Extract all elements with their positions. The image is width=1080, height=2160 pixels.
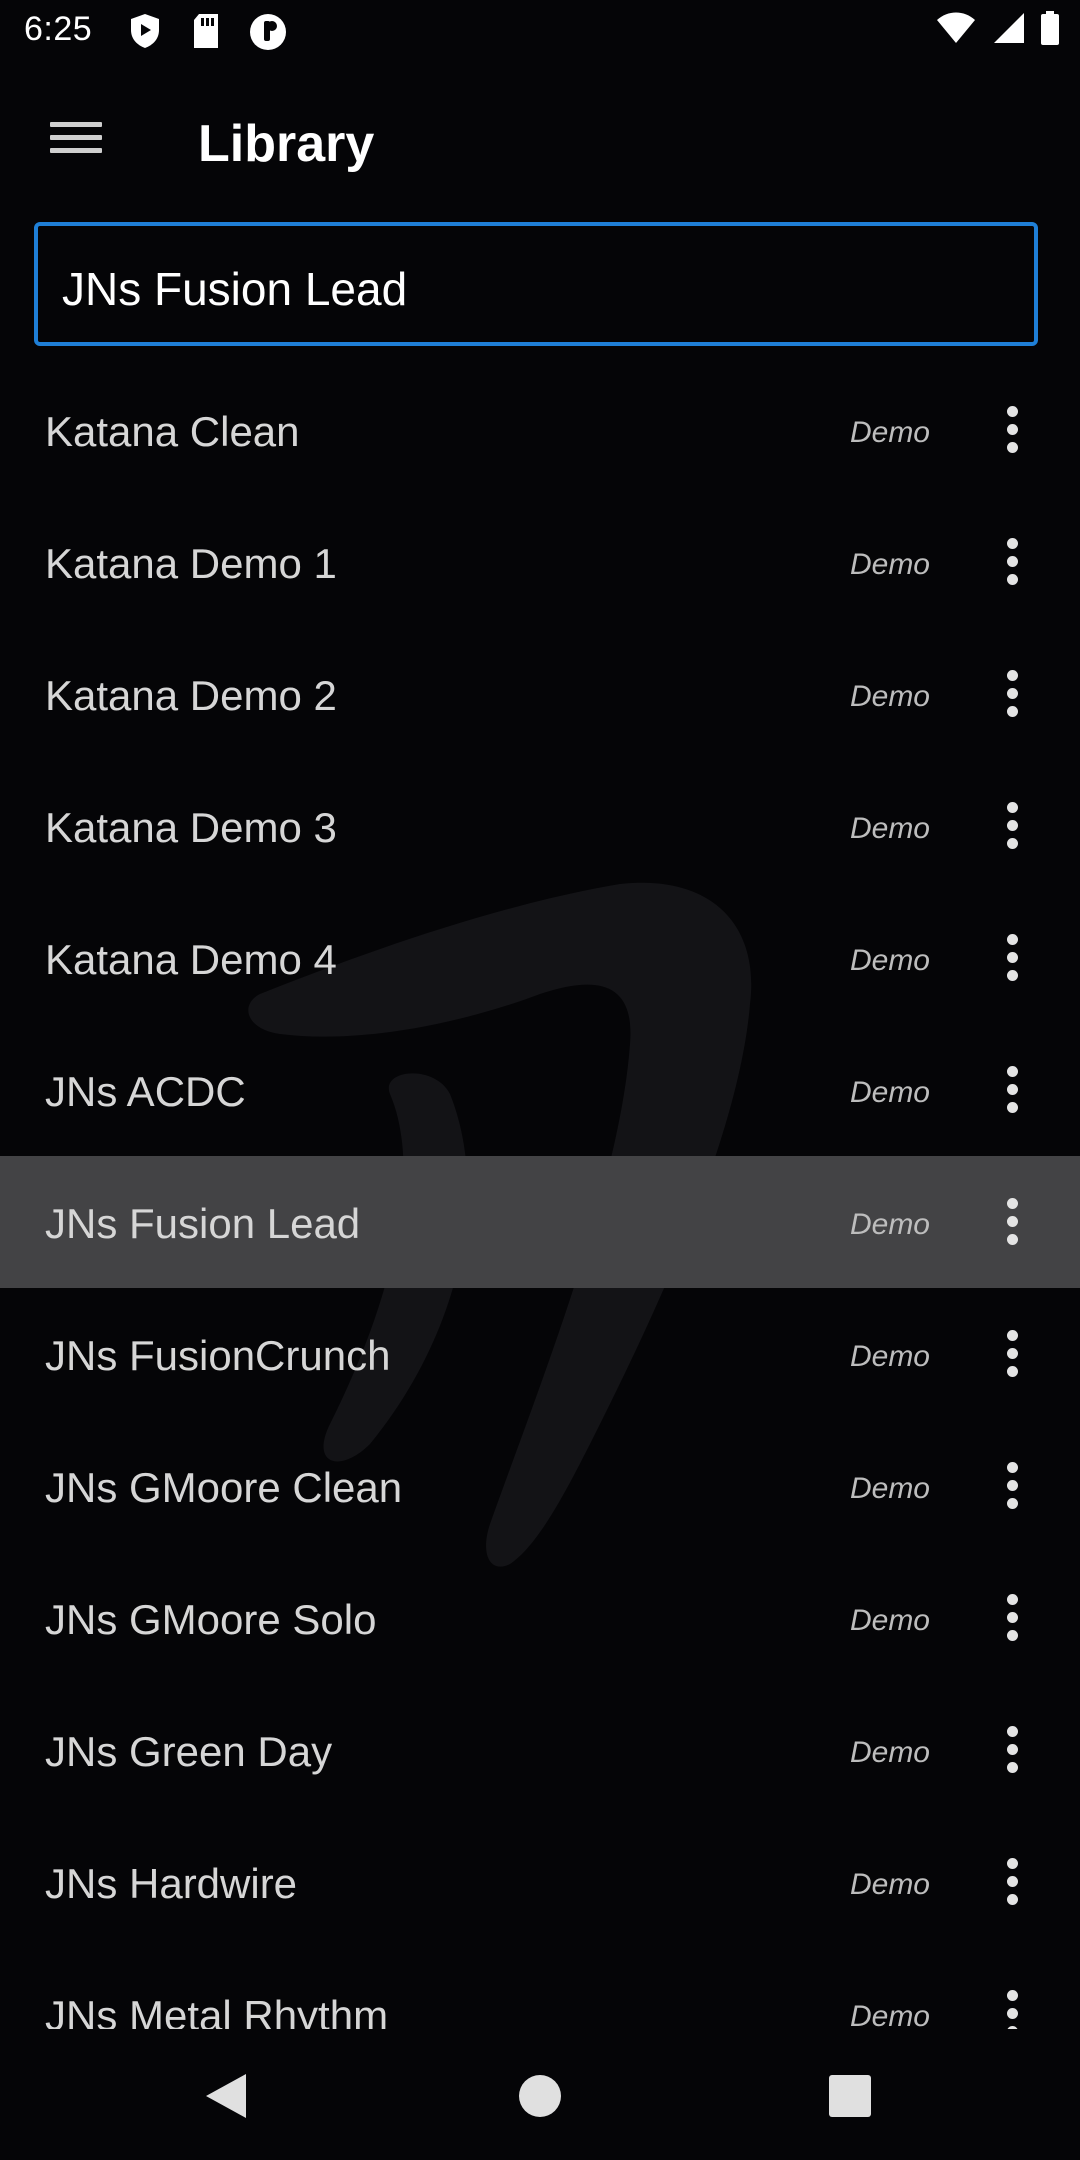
more-vert-icon[interactable] <box>982 1190 1042 1254</box>
more-vert-icon[interactable] <box>982 1850 1042 1914</box>
preset-name: JNs GMoore Solo <box>45 1596 377 1643</box>
preset-name: Katana Demo 2 <box>45 672 337 719</box>
hamburger-menu-icon[interactable] <box>44 114 108 164</box>
list-item[interactable]: JNs Green Day Demo <box>0 1684 1080 1816</box>
nav-back-icon[interactable] <box>204 2072 248 2125</box>
more-vert-icon[interactable] <box>982 398 1042 462</box>
nav-home-icon[interactable] <box>518 2072 562 2125</box>
preset-tag: Demo <box>849 1604 930 1637</box>
preset-name: JNs Metal Rhythm <box>45 1992 389 2029</box>
list-item[interactable]: Katana Demo 4 Demo <box>0 892 1080 1024</box>
preset-tag: Demo <box>849 1472 930 1505</box>
list-item[interactable]: JNs Hardwire Demo <box>0 1816 1080 1948</box>
more-vert-icon[interactable] <box>982 1058 1042 1122</box>
list-item[interactable]: Katana Demo 2 Demo <box>0 628 1080 760</box>
preset-tag: Demo <box>849 1340 930 1373</box>
preset-name: JNs Hardwire <box>45 1860 298 1907</box>
list-item[interactable]: JNs FusionCrunch Demo <box>0 1288 1080 1420</box>
list-item[interactable]: Katana Demo 3 Demo <box>0 760 1080 892</box>
preset-tag: Demo <box>849 1868 930 1901</box>
preset-name: JNs ACDC <box>45 1068 246 1115</box>
preset-name: JNs FusionCrunch <box>45 1332 391 1379</box>
app-notification-icon <box>248 12 288 57</box>
battery-icon <box>1040 10 1060 51</box>
preset-name: Katana Demo 4 <box>45 936 337 983</box>
preset-name: JNs Fusion Lead <box>45 1200 361 1247</box>
list-item[interactable]: Katana Clean Demo <box>0 364 1080 496</box>
more-vert-icon[interactable] <box>982 1322 1042 1386</box>
list-item[interactable]: JNs GMoore Clean Demo <box>0 1420 1080 1552</box>
more-vert-icon[interactable] <box>982 1454 1042 1518</box>
cell-signal-icon <box>990 11 1026 50</box>
preset-name: Katana Clean <box>45 408 300 455</box>
preset-name: Katana Demo 1 <box>45 540 337 587</box>
wifi-icon <box>936 11 976 50</box>
preset-tag: Demo <box>849 1208 930 1241</box>
more-vert-icon[interactable] <box>982 1982 1042 2029</box>
more-vert-icon[interactable] <box>982 530 1042 594</box>
list-item[interactable]: Katana Demo 1 Demo <box>0 496 1080 628</box>
list-item[interactable]: JNs Fusion Lead Demo <box>0 1156 1080 1288</box>
app-bar: Library <box>0 64 1080 224</box>
preset-tag: Demo <box>849 944 930 977</box>
sd-card-icon <box>190 12 222 55</box>
preset-tag: Demo <box>849 548 930 581</box>
list-item[interactable]: JNs GMoore Solo Demo <box>0 1552 1080 1684</box>
status-bar: 6:25 <box>0 0 1080 64</box>
preset-tag: Demo <box>849 680 930 713</box>
more-vert-icon[interactable] <box>982 794 1042 858</box>
more-vert-icon[interactable] <box>982 662 1042 726</box>
system-nav-bar <box>0 2030 1080 2160</box>
page-title: Library <box>198 115 375 173</box>
preset-name: JNs GMoore Clean <box>45 1464 403 1511</box>
search-input-value[interactable]: JNs Fusion Lead <box>62 262 407 316</box>
more-vert-icon[interactable] <box>982 1586 1042 1650</box>
list-item[interactable]: JNs Metal Rhythm Demo <box>0 1948 1080 2029</box>
shield-icon <box>128 12 162 55</box>
preset-tag: Demo <box>849 416 930 449</box>
preset-name: JNs Green Day <box>45 1728 333 1775</box>
preset-tag: Demo <box>849 1736 930 1769</box>
more-vert-icon[interactable] <box>982 1718 1042 1782</box>
library-list[interactable]: Katana Clean Demo Katana Demo 1 Demo Katana … <box>0 364 1080 2029</box>
status-time: 6:25 <box>24 10 93 48</box>
preset-name: Katana Demo 3 <box>45 804 337 851</box>
preset-tag: Demo <box>849 1076 930 1109</box>
preset-tag: Demo <box>849 812 930 845</box>
search-input[interactable]: JNs Fusion Lead <box>34 222 1038 346</box>
preset-tag: Demo <box>849 2000 930 2029</box>
list-item[interactable]: JNs ACDC Demo <box>0 1024 1080 1156</box>
nav-recents-icon[interactable] <box>828 2072 872 2125</box>
more-vert-icon[interactable] <box>982 926 1042 990</box>
